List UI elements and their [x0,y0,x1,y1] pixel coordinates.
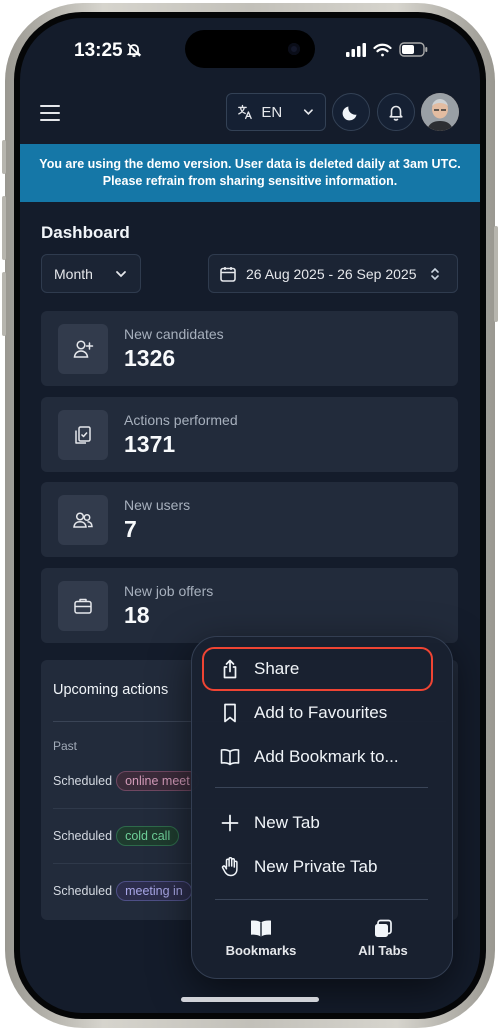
stat-label: New users [124,497,191,513]
tab-bookmarks[interactable]: Bookmarks [206,919,316,965]
chevron-up-down-icon [431,267,440,280]
tab-label: All Tabs [358,943,408,958]
action-type-tag: online meet [116,771,199,791]
bell-icon [389,105,403,121]
status-time: 13:25 [74,40,123,61]
notifications-button[interactable] [377,93,415,131]
stat-card-new-users: New users 7 [41,482,458,557]
past-label: Past [53,739,78,753]
stat-value: 18 [124,602,150,628]
menu-item-label: New Tab [254,813,320,832]
menu-item-label: Share [254,659,300,678]
stat-value: 1371 [124,431,176,457]
language-label: EN [261,103,283,121]
screen: 13:25 EN You are using the demo version.… [20,18,480,1013]
book-open-icon [220,749,240,766]
status-icons [346,42,428,57]
menu-item-new-tab[interactable]: New Tab [192,801,452,845]
home-indicator [181,997,319,1002]
menu-item-label: New Private Tab [254,857,378,876]
bell-slash-icon [126,42,142,63]
action-button [2,140,6,174]
date-range-value: 26 Aug 2025 - 26 Sep 2025 [246,265,417,282]
stat-card-new-candidates: New candidates 1326 [41,311,458,386]
menu-item-new-private-tab[interactable]: New Private Tab [192,845,452,889]
moon-icon [342,106,357,121]
period-value: Month [54,265,93,282]
users-icon [58,495,108,545]
action-type-tag: meeting in [116,881,192,901]
upcoming-actions-title: Upcoming actions [53,682,169,698]
action-status: Scheduled [53,884,113,898]
divider [215,899,428,900]
clipboard-check-icon [58,410,108,460]
translate-icon [238,104,252,120]
menu-item-label: Add Bookmark to... [254,747,399,766]
tab-all-tabs[interactable]: All Tabs [328,919,438,965]
action-status: Scheduled [53,774,113,788]
action-row[interactable]: Scheduled cold call [53,824,180,848]
share-icon [223,659,237,679]
book-icon [251,920,271,937]
add-user-icon [58,324,108,374]
period-select[interactable]: Month [41,254,141,293]
banner-line-2: Please refrain from sharing sensitive in… [102,174,398,188]
menu-item-add-to-favourites[interactable]: Add to Favourites [192,691,452,735]
stat-value: 7 [124,516,137,542]
power-button [494,226,498,322]
stat-label: New job offers [124,583,214,599]
share-popup-menu: Share Add to Favourites Add Bookmark to.… [191,636,453,979]
plus-icon [221,814,239,832]
chevron-down-icon [304,109,314,115]
action-row[interactable]: Scheduled meeting in [53,879,192,903]
theme-toggle-button[interactable] [332,93,370,131]
action-row[interactable]: Scheduled online meet [53,769,199,793]
stat-label: New candidates [124,326,224,342]
stat-card-new-job-offers: New job offers 18 [41,568,458,643]
avatar[interactable] [421,93,459,131]
wifi-icon [373,43,392,56]
menu-item-add-bookmark[interactable]: Add Bookmark to... [192,735,452,779]
hamburger-menu-button[interactable] [40,102,66,124]
demo-banner: You are using the demo version. User dat… [20,144,480,202]
page-title: Dashboard [41,223,130,242]
divider [215,787,428,788]
banner-line-1: You are using the demo version. User dat… [39,157,461,171]
calendar-icon [220,266,236,282]
volume-down-button [2,272,6,336]
action-status: Scheduled [53,829,113,843]
stat-value: 1326 [124,345,176,371]
battery-icon [399,42,428,57]
stat-card-actions-performed: Actions performed 1371 [41,397,458,472]
menu-item-label: Add to Favourites [254,703,388,722]
tab-label: Bookmarks [225,943,297,958]
camera-icon [288,43,300,55]
language-select[interactable]: EN [226,93,326,131]
briefcase-icon [58,581,108,631]
date-range-picker[interactable]: 26 Aug 2025 - 26 Sep 2025 [208,254,458,293]
hand-icon [221,857,238,877]
menu-item-share[interactable]: Share [192,647,452,691]
signal-icon [346,42,366,57]
action-type-tag: cold call [116,826,180,846]
chevron-down-icon [116,270,126,277]
stat-label: Actions performed [124,412,238,428]
tabs-icon [375,919,392,937]
volume-up-button [2,196,6,260]
bookmark-icon [224,703,236,723]
